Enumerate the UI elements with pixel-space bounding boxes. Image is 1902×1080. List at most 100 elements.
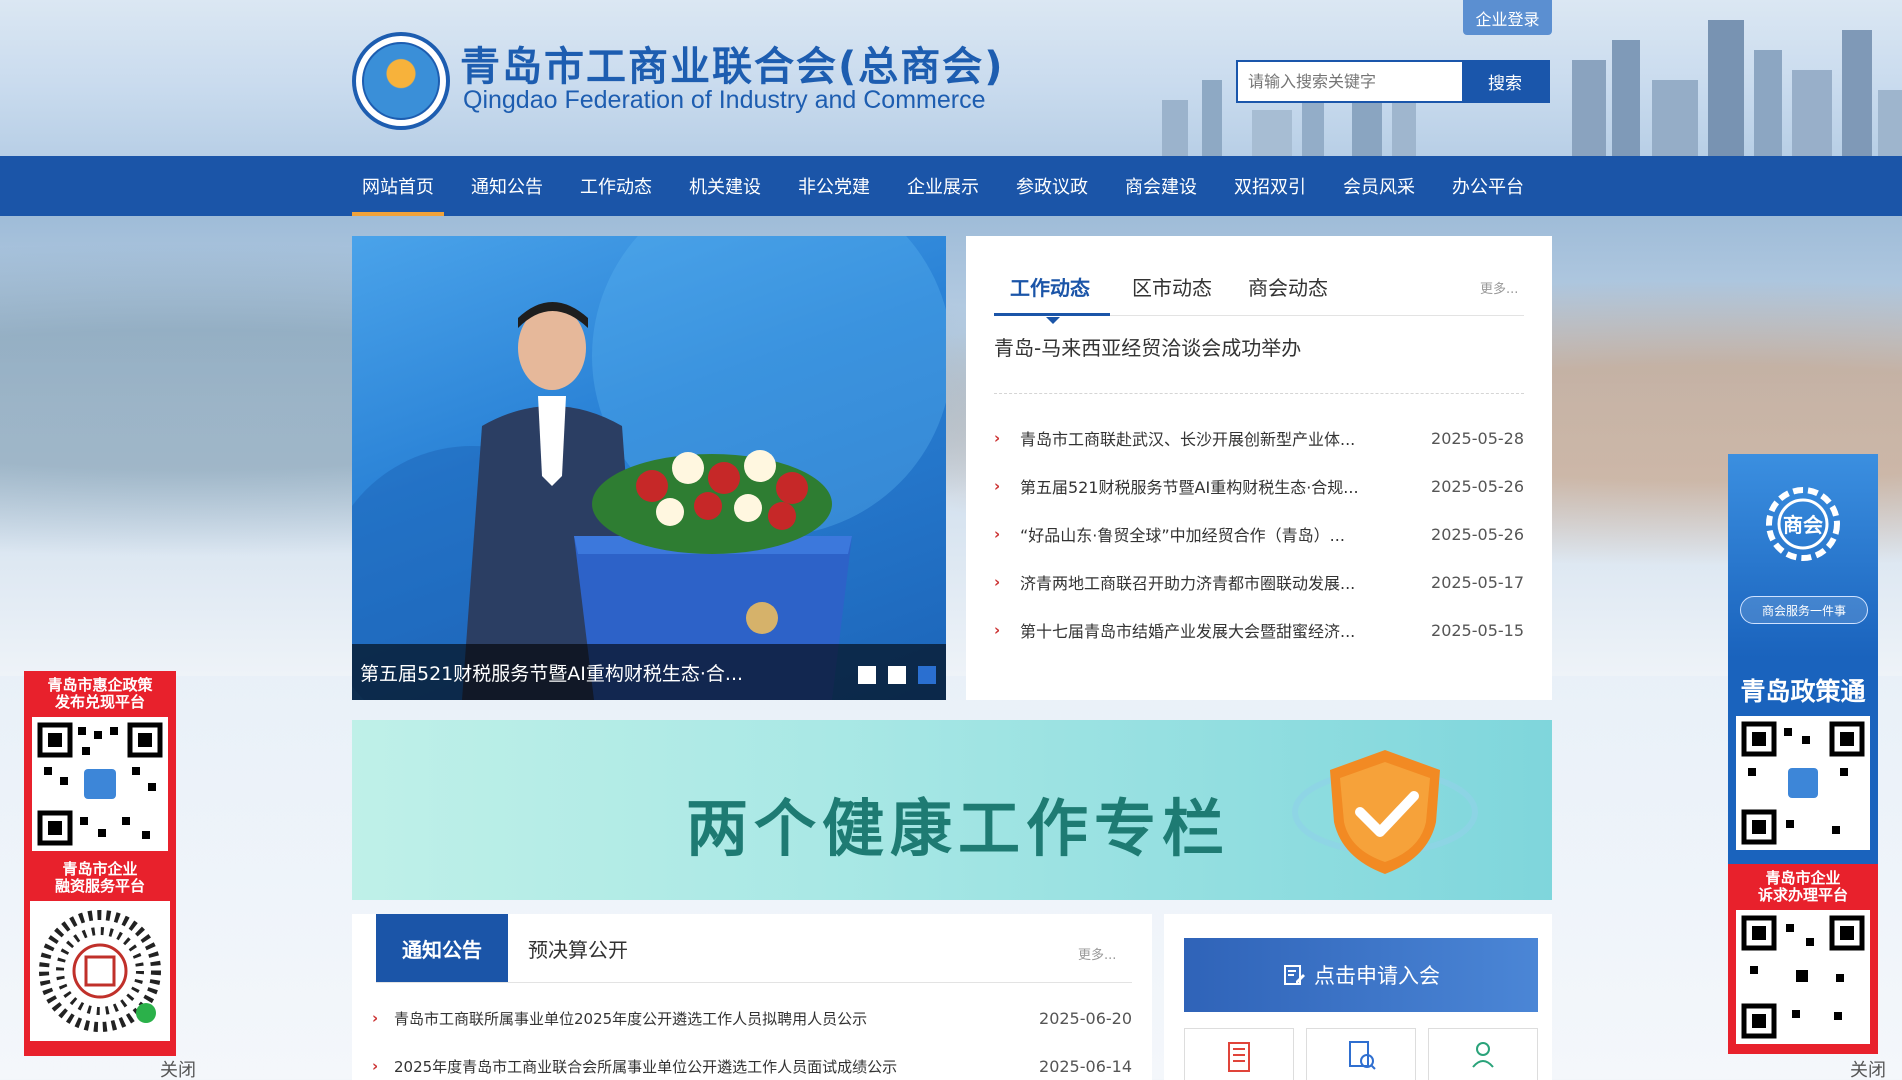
- membership-panel: 点击申请入会: [1164, 914, 1552, 1080]
- news-list: › 青岛市工商联赴武汉、长沙开展创新型产业体... 2025-05-28 › 第…: [994, 414, 1524, 654]
- news-item-date: 2025-05-15: [1431, 620, 1524, 640]
- nav-item-home[interactable]: 网站首页: [352, 156, 444, 216]
- news-item[interactable]: › “好品山东·鲁贸全球”中加经贸合作（青岛）... 2025-05-26: [994, 510, 1524, 558]
- tab-chamber-news[interactable]: 商会动态: [1248, 256, 1328, 316]
- document-search-icon: [1349, 1041, 1376, 1070]
- notice-item-date: 2025-06-14: [1039, 1056, 1132, 1076]
- nav-item-enterprise-showcase[interactable]: 企业展示: [897, 156, 989, 216]
- nav-item-chamber-building[interactable]: 商会建设: [1115, 156, 1207, 216]
- main-nav: 网站首页 通知公告 工作动态 机关建设 非公党建 企业展示 参政议政 商会建设 …: [0, 156, 1902, 216]
- service-card-3[interactable]: [1428, 1028, 1538, 1080]
- chevron-right-icon: ›: [994, 573, 1001, 591]
- nav-item-office-platform[interactable]: 办公平台: [1442, 156, 1534, 216]
- news-panel: 工作动态 区市动态 商会动态 更多... 青岛-马来西亚经贸洽谈会成功举办 › …: [966, 236, 1552, 700]
- tab-district-news[interactable]: 区市动态: [1132, 256, 1212, 316]
- appeal-platform-title-line1: 青岛市企业: [1765, 869, 1841, 887]
- slider-dot-1[interactable]: [858, 666, 876, 684]
- tab-work-news[interactable]: 工作动态: [1010, 256, 1090, 316]
- financing-platform-title-line2: 融资服务平台: [54, 877, 145, 895]
- financing-platform-qr-code[interactable]: [30, 901, 170, 1041]
- notice-more-link[interactable]: 更多...: [1078, 944, 1116, 963]
- slider-dot-3[interactable]: [918, 666, 936, 684]
- nav-item-notices[interactable]: 通知公告: [461, 156, 553, 216]
- appeal-platform-card[interactable]: 青岛市企业 诉求办理平台: [1728, 864, 1878, 1054]
- news-item-date: 2025-05-26: [1431, 524, 1524, 544]
- news-item-title[interactable]: “好品山东·鲁贸全球”中加经贸合作（青岛）...: [1020, 522, 1424, 546]
- appeal-platform-qr-code[interactable]: [1736, 910, 1870, 1044]
- slider-dot-2[interactable]: [888, 666, 906, 684]
- news-item-title[interactable]: 第十七届青岛市结婚产业发展大会暨甜蜜经济...: [1020, 618, 1424, 642]
- chamber-service-card[interactable]: 商会 商会服务一件事: [1728, 454, 1878, 658]
- chamber-icon-label: 商会: [1783, 513, 1823, 537]
- site-subtitle: Qingdao Federation of Industry and Comme…: [463, 86, 986, 114]
- left-panel-close-button[interactable]: 关闭: [160, 1056, 196, 1080]
- left-float-panel: 青岛市惠企政策 发布兑现平台 青岛市企业 融资服务平台: [24, 671, 176, 1056]
- chevron-right-icon: ›: [994, 621, 1001, 639]
- policy-pass-card[interactable]: 青岛政策通: [1728, 658, 1878, 864]
- slider-caption-text[interactable]: 第五届521财税服务节暨AI重构财税生态·合...: [360, 659, 743, 686]
- slider-caption[interactable]: 第五届521财税服务节暨AI重构财税生态·合...: [352, 644, 946, 700]
- apply-membership-button[interactable]: 点击申请入会: [1184, 938, 1538, 1012]
- notice-item-date: 2025-06-20: [1039, 1008, 1132, 1028]
- notice-item-title[interactable]: 2025年度青岛市工商业联合会所属事业单位公开遴选工作人员面试成绩公示: [394, 1056, 1022, 1077]
- news-more-link[interactable]: 更多...: [1480, 278, 1518, 297]
- building-icon: [1228, 1042, 1250, 1072]
- news-item[interactable]: › 青岛市工商联赴武汉、长沙开展创新型产业体... 2025-05-28: [994, 414, 1524, 462]
- chevron-right-icon: ›: [372, 1057, 379, 1075]
- banner-title: 两个健康工作专栏: [686, 792, 1231, 865]
- nav-item-political-participation[interactable]: 参政议政: [1006, 156, 1098, 216]
- search-button[interactable]: 搜索: [1462, 62, 1548, 101]
- nav-item-organ-building[interactable]: 机关建设: [679, 156, 771, 216]
- news-item-date: 2025-05-17: [1431, 572, 1524, 592]
- financing-platform-title-line1: 青岛市企业: [62, 860, 138, 878]
- notice-panel: 通知公告 预决算公开 更多... › 青岛市工商联所属事业单位2025年度公开遴…: [352, 914, 1152, 1080]
- news-item[interactable]: › 济青两地工商联召开助力济青都市圈联动发展... 2025-05-17: [994, 558, 1524, 606]
- news-item-title[interactable]: 第五届521财税服务节暨AI重构财税生态·合规...: [1020, 474, 1424, 498]
- chevron-right-icon: ›: [994, 525, 1001, 543]
- nav-item-work-news[interactable]: 工作动态: [570, 156, 662, 216]
- notice-item-title[interactable]: 青岛市工商联所属事业单位2025年度公开遴选工作人员拟聘用人员公示: [394, 1008, 1022, 1029]
- news-item-title[interactable]: 青岛市工商联赴武汉、长沙开展创新型产业体...: [1020, 426, 1424, 450]
- news-slider[interactable]: 第五届521财税服务节暨AI重构财税生态·合...: [352, 236, 946, 700]
- site-title[interactable]: 青岛市工商业联合会(总商会): [460, 34, 1005, 92]
- news-item-date: 2025-05-28: [1431, 428, 1524, 448]
- policy-platform-qr-code[interactable]: [32, 717, 168, 851]
- chamber-service-pill[interactable]: 商会服务一件事: [1740, 596, 1868, 624]
- notice-list: › 青岛市工商联所属事业单位2025年度公开遴选工作人员拟聘用人员公示 2025…: [372, 994, 1132, 1080]
- nav-item-party-building[interactable]: 非公党建: [788, 156, 880, 216]
- site-header: 青岛市工商业联合会(总商会) Qingdao Federation of Ind…: [0, 0, 1902, 156]
- notice-item[interactable]: › 青岛市工商联所属事业单位2025年度公开遴选工作人员拟聘用人员公示 2025…: [372, 994, 1132, 1042]
- news-item[interactable]: › 第十七届青岛市结婚产业发展大会暨甜蜜经济... 2025-05-15: [994, 606, 1524, 654]
- tab-notices[interactable]: 通知公告: [376, 914, 508, 982]
- news-divider: [994, 393, 1524, 394]
- notice-item[interactable]: › 2025年度青岛市工商业联合会所属事业单位公开遴选工作人员面试成绩公示 20…: [372, 1042, 1132, 1080]
- enterprise-login-button[interactable]: 企业登录: [1463, 0, 1552, 35]
- right-float-panel: 商会 商会服务一件事 青岛政策通 青岛市企业 诉求办理平台: [1728, 454, 1878, 1054]
- news-headline[interactable]: 青岛-马来西亚经贸洽谈会成功举办: [994, 332, 1301, 361]
- nav-item-investment[interactable]: 双招双引: [1224, 156, 1316, 216]
- tab-underline: [994, 313, 1110, 316]
- news-item-date: 2025-05-26: [1431, 476, 1524, 496]
- service-cards: [1184, 1028, 1538, 1080]
- slider-pagination: [858, 666, 936, 684]
- news-item[interactable]: › 第五届521财税服务节暨AI重构财税生态·合规... 2025-05-26: [994, 462, 1524, 510]
- slider-photo: [352, 236, 946, 700]
- right-panel-close-button[interactable]: 关闭: [1850, 1056, 1886, 1080]
- news-item-title[interactable]: 济青两地工商联召开助力济青都市圈联动发展...: [1020, 570, 1424, 594]
- chamber-gear-icon: 商会: [1766, 487, 1840, 561]
- search-input[interactable]: [1238, 62, 1462, 101]
- nav-item-member-style[interactable]: 会员风采: [1333, 156, 1425, 216]
- background-scenery: [0, 216, 1902, 676]
- tab-budget-disclosure[interactable]: 预决算公开: [528, 934, 628, 963]
- search-box: 搜索: [1236, 60, 1550, 103]
- apply-membership-label: 点击申请入会: [1314, 964, 1440, 988]
- policy-pass-qr-code[interactable]: [1736, 716, 1870, 850]
- user-location-icon: [1472, 1042, 1494, 1068]
- service-card-2[interactable]: [1306, 1028, 1416, 1080]
- logo-emblem[interactable]: [352, 32, 450, 130]
- policy-platform-title-line1: 青岛市惠企政策: [47, 676, 153, 694]
- service-card-1[interactable]: [1184, 1028, 1294, 1080]
- shield-check-icon: [1292, 750, 1478, 874]
- two-health-banner[interactable]: 两个健康工作专栏: [352, 720, 1552, 900]
- policy-pass-title: 青岛政策通: [1740, 677, 1866, 706]
